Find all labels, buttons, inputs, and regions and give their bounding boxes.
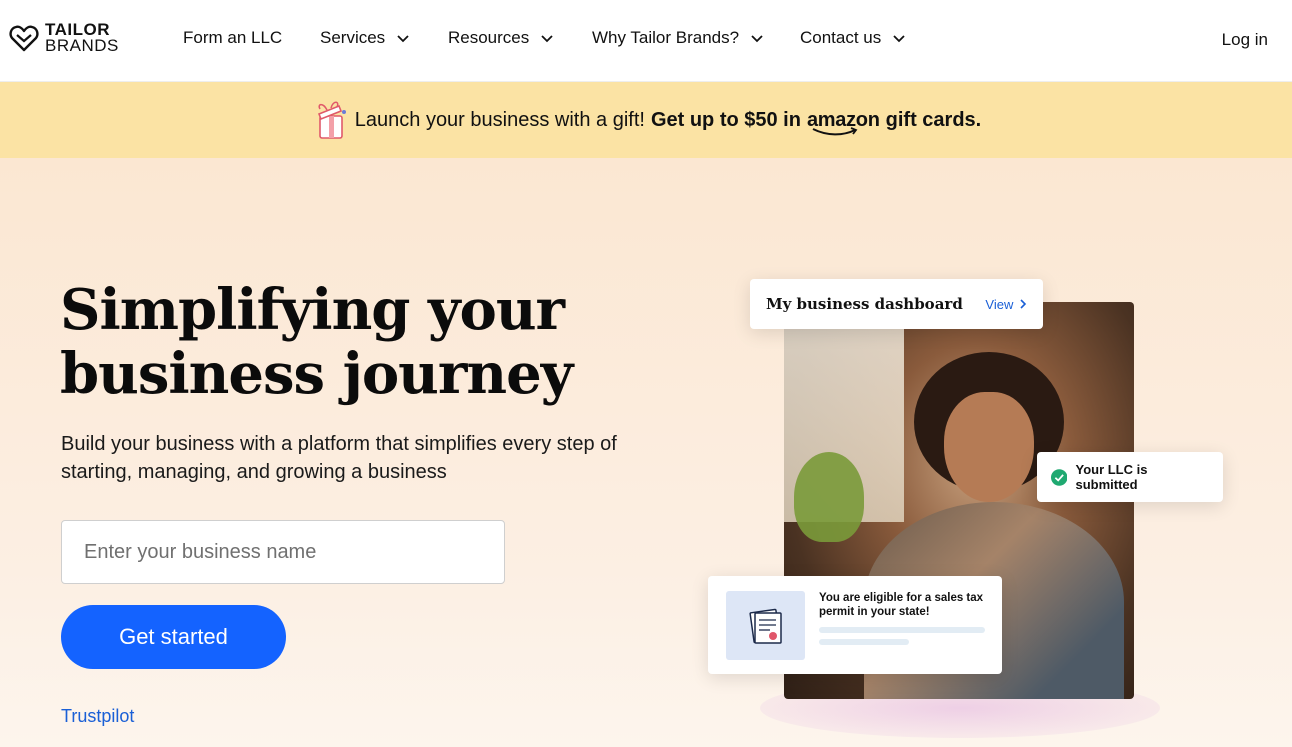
nav-services[interactable]: Services — [320, 28, 409, 48]
dashboard-view-label: View — [985, 296, 1014, 312]
dashboard-title: My business dashboard — [766, 295, 963, 313]
chevron-down-icon — [541, 35, 553, 43]
promo-banner[interactable]: Launch your business with a gift! Get up… — [0, 82, 1292, 158]
tax-permit-card: You are eligible for a sales tax permit … — [708, 576, 1002, 674]
nav-services-label: Services — [320, 28, 386, 47]
top-navbar: TAILOR BRANDS Form an LLC Services Resou… — [0, 0, 1292, 82]
brand-logo[interactable]: TAILOR BRANDS — [8, 21, 119, 55]
tax-permit-text: You are eligible for a sales tax permit … — [819, 592, 984, 618]
trustpilot-link[interactable]: Trustpilot — [61, 706, 134, 727]
amazon-logo: amazon — [807, 109, 880, 135]
brand-name-line2: BRANDS — [45, 36, 119, 55]
login-link[interactable]: Log in — [1222, 30, 1268, 50]
amazon-smile-icon — [812, 126, 858, 135]
chevron-right-icon — [1020, 298, 1027, 309]
dashboard-card[interactable]: My business dashboard View — [750, 279, 1043, 329]
dashboard-view-link[interactable]: View — [985, 297, 1027, 312]
hero-section: Simplifying your business journey Build … — [0, 158, 1292, 747]
promo-offer-prefix: Get up to $50 in — [650, 108, 801, 131]
llc-status-text: Your LLC is submitted — [1075, 462, 1148, 492]
chevron-down-icon — [893, 35, 905, 43]
hero-subtitle: Build your business with a platform that… — [61, 433, 617, 483]
gift-icon — [317, 101, 346, 139]
promo-text: Launch your business with a gift! — [354, 108, 645, 131]
heart-logo-icon — [9, 25, 39, 52]
llc-status-card: Your LLC is submitted — [1037, 452, 1223, 502]
placeholder-line — [819, 639, 909, 645]
placeholder-line — [819, 627, 985, 633]
chevron-down-icon — [751, 35, 763, 43]
nav-form-llc-label: Form an LLC — [183, 28, 283, 47]
certificate-thumbnail — [726, 591, 805, 660]
promo-offer-suffix: gift cards. — [885, 108, 982, 131]
check-circle-icon — [1051, 468, 1068, 486]
nav-why-tailor-brands[interactable]: Why Tailor Brands? — [592, 28, 763, 48]
nav-form-llc[interactable]: Form an LLC — [183, 28, 282, 48]
chevron-down-icon — [397, 35, 409, 43]
nav-resources[interactable]: Resources — [448, 28, 553, 48]
business-name-input[interactable] — [61, 520, 505, 584]
nav-contact-label: Contact us — [800, 28, 882, 47]
nav-why-label: Why Tailor Brands? — [592, 28, 740, 47]
hero-title: Simplifying your business journey — [60, 277, 573, 407]
nav-contact-us[interactable]: Contact us — [800, 28, 905, 48]
nav-resources-label: Resources — [448, 28, 530, 47]
get-started-button[interactable]: Get started — [61, 605, 286, 669]
certificate-icon — [748, 608, 782, 644]
